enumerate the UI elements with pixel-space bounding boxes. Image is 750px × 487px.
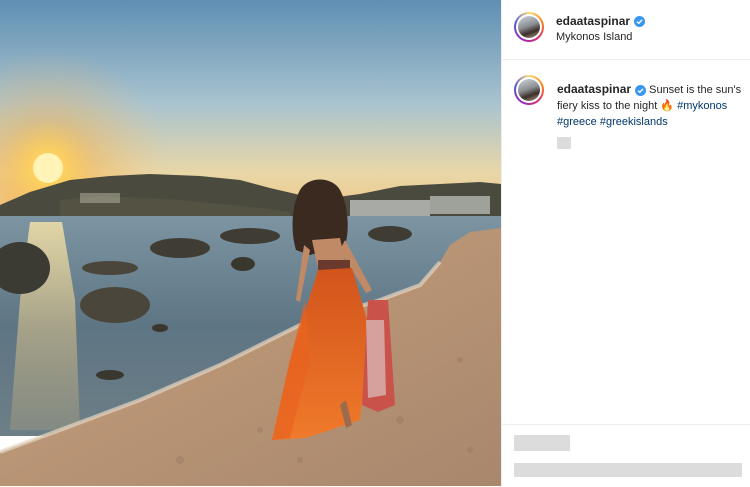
hashtag-mykonos[interactable]: #mykonos xyxy=(677,100,727,112)
sunset-beach-image xyxy=(0,0,501,486)
post-photo[interactable] xyxy=(0,0,501,486)
hashtag-greekislands[interactable]: #greekislands xyxy=(600,116,668,128)
author-avatar[interactable] xyxy=(514,12,544,42)
blurred-action-icons xyxy=(514,435,570,451)
verified-badge-icon xyxy=(635,84,647,96)
author-username-row: edaataspinar xyxy=(556,14,646,28)
post-side-panel: edaataspinar Mykonos Island edaataspinar… xyxy=(501,0,750,486)
fire-emoji: 🔥 xyxy=(660,100,675,112)
post-location[interactable]: Mykonos Island xyxy=(556,31,632,43)
author-username[interactable]: edaataspinar xyxy=(556,14,630,28)
caption-author-avatar[interactable] xyxy=(514,75,544,105)
caption-username[interactable]: edaataspinar xyxy=(557,82,631,96)
blurred-likes-text xyxy=(514,463,742,477)
verified-badge-icon xyxy=(634,15,646,27)
post-footer xyxy=(502,424,750,487)
caption-text-block: edaataspinar Sunset is the sun's fiery k… xyxy=(557,81,747,130)
blurred-timestamp xyxy=(557,137,571,149)
hashtag-greece[interactable]: #greece xyxy=(557,116,597,128)
post-header: edaataspinar Mykonos Island xyxy=(502,0,750,60)
